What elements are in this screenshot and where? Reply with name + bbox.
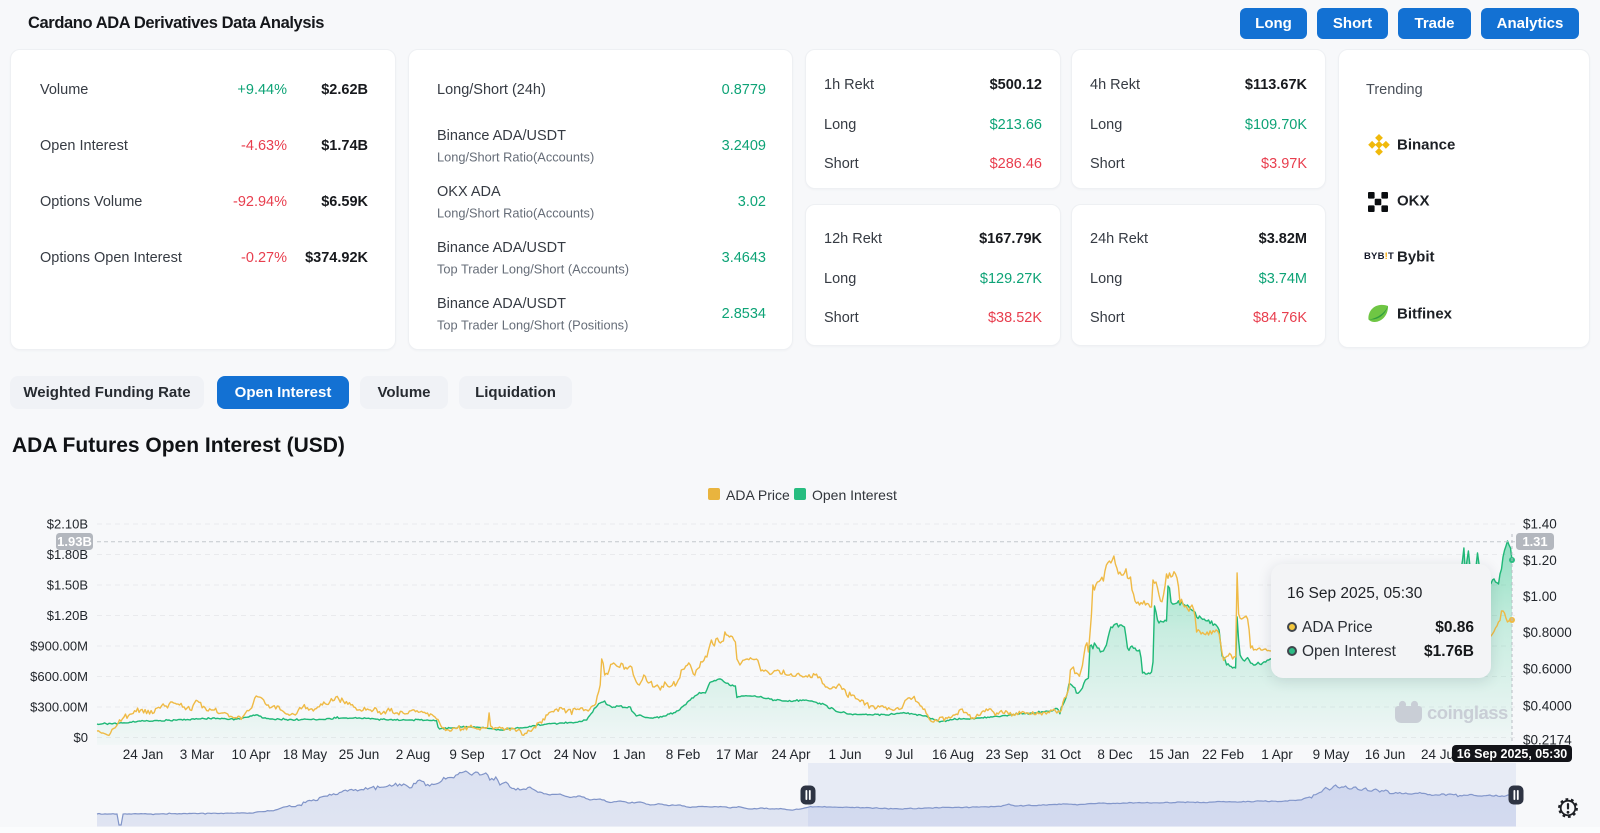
svg-text:$0: $0 xyxy=(74,730,88,745)
svg-text:$1.20B: $1.20B xyxy=(47,608,88,623)
svg-text:$1.00: $1.00 xyxy=(1523,589,1557,604)
svg-text:23 Sep: 23 Sep xyxy=(986,747,1029,762)
svg-text:24 Nov: 24 Nov xyxy=(554,747,597,762)
svg-text:$900.00M: $900.00M xyxy=(30,639,88,654)
svg-text:17 Oct: 17 Oct xyxy=(501,747,541,762)
svg-text:25 Jun: 25 Jun xyxy=(339,747,380,762)
svg-text:10 Apr: 10 Apr xyxy=(231,747,271,762)
svg-text:2 Aug: 2 Aug xyxy=(396,747,431,762)
svg-text:8 Feb: 8 Feb xyxy=(666,747,701,762)
svg-text:$600.00M: $600.00M xyxy=(30,669,88,684)
svg-text:1 Jun: 1 Jun xyxy=(828,747,861,762)
svg-text:1.93B: 1.93B xyxy=(57,534,92,549)
svg-text:3 Mar: 3 Mar xyxy=(180,747,215,762)
svg-text:$300.00M: $300.00M xyxy=(30,700,88,715)
svg-text:$1.40: $1.40 xyxy=(1523,517,1557,532)
svg-text:9 Jul: 9 Jul xyxy=(885,747,914,762)
svg-text:24 Jan: 24 Jan xyxy=(123,747,164,762)
svg-text:1.31: 1.31 xyxy=(1522,534,1547,549)
svg-text:coinglass: coinglass xyxy=(1427,702,1508,723)
svg-text:24 Apr: 24 Apr xyxy=(771,747,811,762)
svg-text:31 Oct: 31 Oct xyxy=(1041,747,1081,762)
svg-text:$1.20: $1.20 xyxy=(1523,553,1557,568)
svg-text:17 Mar: 17 Mar xyxy=(716,747,759,762)
svg-text:1 Apr: 1 Apr xyxy=(1261,747,1293,762)
svg-text:16 Aug: 16 Aug xyxy=(932,747,974,762)
svg-text:15 Jan: 15 Jan xyxy=(1149,747,1190,762)
svg-text:$0.6000: $0.6000 xyxy=(1523,662,1572,677)
svg-text:$1.50B: $1.50B xyxy=(47,578,88,593)
svg-text:8 Dec: 8 Dec xyxy=(1097,747,1133,762)
svg-text:16 Jun: 16 Jun xyxy=(1365,747,1406,762)
svg-text:18 May: 18 May xyxy=(283,747,328,762)
svg-text:$0.8000: $0.8000 xyxy=(1523,625,1572,640)
svg-text:9 Sep: 9 Sep xyxy=(449,747,484,762)
svg-text:$2.10B: $2.10B xyxy=(47,517,88,532)
svg-text:1 Jan: 1 Jan xyxy=(612,747,645,762)
svg-text:$0.4000: $0.4000 xyxy=(1523,699,1572,714)
svg-text:9 May: 9 May xyxy=(1313,747,1350,762)
svg-text:22 Feb: 22 Feb xyxy=(1202,747,1244,762)
